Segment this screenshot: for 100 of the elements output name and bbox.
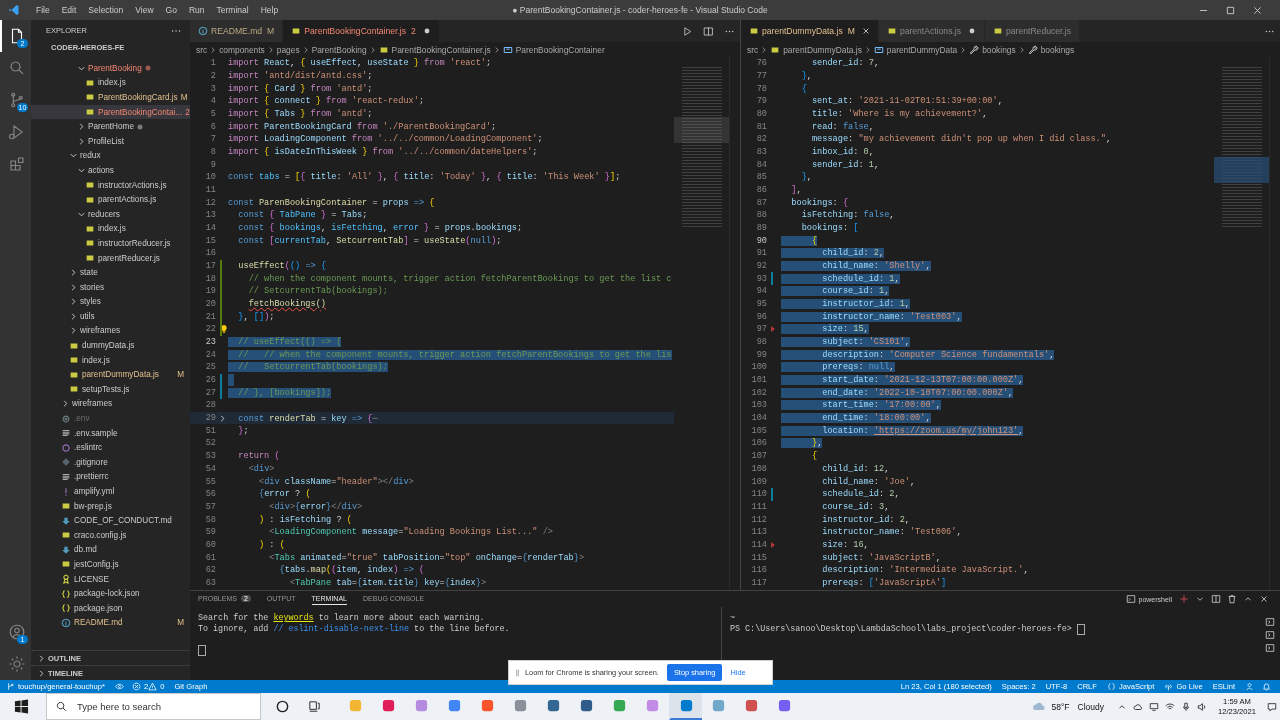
breadcrumb[interactable]: ParentBooking (311, 44, 367, 55)
menu-item[interactable]: View (129, 5, 160, 15)
tree-item[interactable]: stories (31, 279, 190, 295)
app-icon[interactable] (744, 698, 759, 713)
tree-item[interactable]: bw-prep.js (31, 498, 190, 514)
split-editor-icon[interactable] (703, 25, 714, 37)
account-icon[interactable] (7, 623, 26, 641)
app-icon[interactable] (546, 698, 561, 713)
tree-item[interactable]: ProfileList (31, 133, 190, 149)
tree-item[interactable]: parentReducer.js (31, 250, 190, 266)
breadcrumb[interactable]: src (747, 44, 759, 55)
tree-item[interactable]: index.js (31, 352, 190, 368)
editor-tab[interactable]: parentDummyData.js M (741, 20, 879, 42)
tree-item[interactable]: wireframes (31, 323, 190, 339)
breadcrumb[interactable]: bookings (1027, 44, 1075, 55)
task-view-icon[interactable] (307, 699, 322, 714)
bell-icon[interactable] (1262, 682, 1271, 691)
tree-item[interactable]: dummyData.js (31, 338, 190, 353)
tree-item[interactable]: .prettierrc (31, 469, 190, 485)
app-icon[interactable] (480, 698, 495, 713)
tree-item[interactable]: instructorReducer.js (31, 236, 190, 251)
search-field[interactable]: Type here to search (46, 693, 261, 720)
tree-item[interactable]: LICENSE (31, 571, 190, 587)
breadcrumb[interactable]: parentDummyData.js (770, 44, 862, 55)
app-icon[interactable] (381, 698, 396, 713)
tree-item[interactable]: reducers (31, 206, 190, 222)
wifi-icon[interactable] (1165, 701, 1175, 712)
tree-item[interactable]: .eslintrc (31, 440, 190, 456)
app-icon[interactable] (579, 698, 594, 713)
tree-item[interactable]: utils (31, 309, 190, 324)
search-icon[interactable] (7, 59, 26, 77)
tree-item[interactable]: state (31, 265, 190, 280)
extensions-icon[interactable] (7, 155, 26, 173)
maximize-icon[interactable] (1226, 5, 1235, 15)
terminal-icon[interactable] (1265, 643, 1275, 653)
terminal-icon[interactable] (1265, 617, 1275, 627)
notification-icon[interactable] (1267, 701, 1277, 712)
tree-item[interactable]: ParentHome (31, 119, 190, 134)
unsaved-dot-icon[interactable] (968, 27, 977, 35)
tree-item[interactable]: ParentBookingCard.js M (31, 90, 190, 105)
start-icon[interactable] (14, 699, 29, 714)
breadcrumb[interactable]: src (196, 44, 208, 55)
app-icon[interactable] (612, 698, 627, 713)
tree-item[interactable]: package-lock.json (31, 586, 190, 601)
menu-item[interactable]: Help (254, 5, 285, 15)
cloud-icon[interactable] (1133, 701, 1143, 712)
tree-item[interactable]: jestConfig.js (31, 557, 190, 572)
app-icon[interactable] (447, 698, 462, 713)
terminal-icon[interactable] (1265, 630, 1275, 640)
split-icon[interactable] (1211, 594, 1221, 604)
close-icon[interactable] (1259, 594, 1269, 604)
editor-tab[interactable]: parentReducer.js (985, 20, 1081, 42)
tree-item[interactable]: index.js (31, 221, 190, 237)
close-icon[interactable] (1253, 5, 1262, 15)
tree-item[interactable]: .env.sample (31, 425, 190, 441)
breadcrumb[interactable]: bookings (969, 44, 1016, 55)
app-icon[interactable] (777, 698, 792, 713)
menu-item[interactable]: Edit (55, 5, 83, 15)
weather-widget[interactable]: 58°F Cloudy (1032, 701, 1104, 712)
breadcrumb[interactable]: parentDummyData (873, 44, 958, 55)
editor-tab[interactable]: README.md M (190, 20, 284, 42)
unsaved-dot-icon[interactable] (422, 27, 431, 35)
tree-item[interactable]: instructorActions.js (31, 177, 190, 193)
person-icon[interactable] (1245, 682, 1254, 691)
settings-icon[interactable] (7, 655, 26, 673)
eye-icon[interactable] (115, 682, 124, 691)
run-icon[interactable] (682, 25, 693, 37)
tree-item[interactable]: README.md M (31, 615, 190, 631)
tree-item[interactable]: db.md (31, 542, 190, 558)
microphone-icon[interactable] (1181, 701, 1191, 712)
tree-item[interactable]: actions (31, 163, 190, 178)
menu-item[interactable]: Run (182, 5, 211, 15)
breadcrumb[interactable]: ParenBookingContainer (502, 44, 605, 55)
tree-item[interactable]: parentDummyData.js M (31, 367, 190, 383)
trash-icon[interactable] (1227, 594, 1237, 604)
tree-item[interactable]: redux (31, 148, 190, 164)
app-icon[interactable] (679, 698, 694, 713)
tree-item[interactable]: package.json (31, 600, 190, 616)
tree-item[interactable]: ParentBooking (31, 61, 190, 76)
plus-icon[interactable] (1179, 594, 1189, 604)
breadcrumb[interactable]: pages (276, 44, 300, 55)
volume-icon[interactable] (1197, 701, 1207, 712)
app-icon[interactable] (513, 698, 528, 713)
tree-item[interactable]: wireframes (31, 396, 190, 412)
close-icon[interactable] (861, 27, 870, 35)
tree-item[interactable]: index.js (31, 75, 190, 91)
cortana-icon[interactable] (275, 699, 290, 714)
tree-item[interactable]: amplify.yml (31, 484, 190, 499)
tree-item[interactable]: styles (31, 294, 190, 310)
tree-item[interactable]: ParentBookingContai... 2 (31, 104, 190, 120)
lightbulb-icon[interactable] (220, 324, 228, 335)
menu-item[interactable]: Go (159, 5, 183, 15)
menu-item[interactable]: Terminal (210, 5, 255, 15)
editor-tab[interactable]: ParentBookingContainer.js 2 (283, 20, 440, 42)
menu-item[interactable]: File (30, 5, 56, 15)
tree-item[interactable]: parentActions.js (31, 192, 190, 207)
tree-item[interactable]: .gitignore (31, 455, 190, 470)
editor-tab[interactable]: parentActions.js (878, 20, 986, 42)
menu-item[interactable]: Selection (82, 5, 130, 15)
breadcrumb[interactable]: components (219, 44, 265, 55)
